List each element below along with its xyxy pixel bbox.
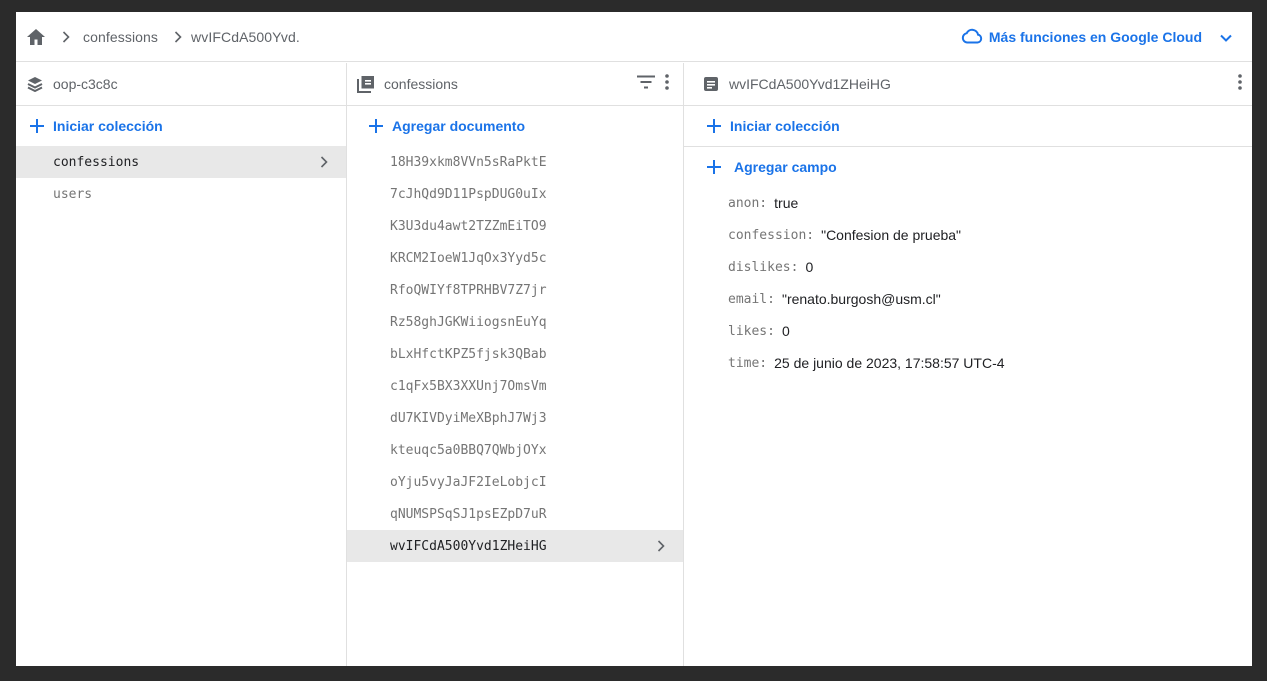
project-header: oop-c3c8c xyxy=(16,63,346,106)
field-name: email: xyxy=(728,291,775,307)
field-row-time[interactable]: time: 25 de junio de 2023, 17:58:57 UTC-… xyxy=(684,347,1252,379)
document-header: wvIFCdA500Yvd1ZHeiHG xyxy=(684,63,1252,106)
chevron-right-icon xyxy=(58,29,74,45)
plus-icon xyxy=(367,117,385,135)
document-id: RfoQWIYf8TPRHBV7Z7jr xyxy=(390,282,547,298)
more-vert-icon[interactable] xyxy=(665,73,669,95)
document-item[interactable]: K3U3du4awt2TZZmEiTO9 xyxy=(347,210,683,242)
chevron-right-icon xyxy=(170,29,186,45)
top-bar: confessions wvIFCdA500Yvd. Más funciones… xyxy=(16,12,1252,62)
document-item[interactable]: 7cJhQd9D11PspDUG0uIx xyxy=(347,178,683,210)
plus-icon xyxy=(705,117,723,135)
document-id: kteuqc5a0BBQ7QWbjOYx xyxy=(390,442,547,458)
field-name: confession: xyxy=(728,227,815,243)
document-id: wvIFCdA500Yvd1ZHeiHG xyxy=(390,538,547,554)
add-field-label: Agregar campo xyxy=(734,159,837,175)
document-item[interactable]: oYju5vyJaJF2IeLobjcI xyxy=(347,466,683,498)
document-item[interactable]: c1qFx5BX3XXUnj7OmsVm xyxy=(347,370,683,402)
document-item-selected[interactable]: wvIFCdA500Yvd1ZHeiHG xyxy=(347,530,683,562)
home-icon[interactable] xyxy=(26,27,46,47)
google-cloud-link[interactable]: Más funciones en Google Cloud xyxy=(961,12,1232,62)
collection-title: confessions xyxy=(384,76,458,92)
firestore-console: confessions wvIFCdA500Yvd. Más funciones… xyxy=(16,12,1252,666)
document-id: bLxHfctKPZ5fjsk3QBab xyxy=(390,346,547,362)
add-document-label: Agregar documento xyxy=(392,118,526,134)
plus-icon xyxy=(705,158,723,176)
start-subcollection-label: Iniciar colección xyxy=(730,118,840,134)
document-id: Rz58ghJGKWiiogsnEuYq xyxy=(390,314,547,330)
filter-icon[interactable] xyxy=(637,75,655,94)
breadcrumb-item-collection[interactable]: confessions xyxy=(83,29,158,45)
document-item[interactable]: KRCM2IoeW1JqOx3Yyd5c xyxy=(347,242,683,274)
cloud-icon xyxy=(961,28,983,47)
collection-item-confessions[interactable]: confessions xyxy=(16,146,346,178)
field-row-confession[interactable]: confession: "Confesion de prueba" xyxy=(684,219,1252,251)
start-collection-button[interactable]: Iniciar colección xyxy=(16,106,346,146)
field-value: true xyxy=(774,195,799,211)
field-value: "Confesion de prueba" xyxy=(821,227,962,243)
start-collection-label: Iniciar colección xyxy=(53,118,163,134)
document-id: KRCM2IoeW1JqOx3Yyd5c xyxy=(390,250,547,266)
add-document-button[interactable]: Agregar documento xyxy=(347,106,683,146)
document-item[interactable]: dU7KIVDyiMeXBphJ7Wj3 xyxy=(347,402,683,434)
document-item[interactable]: kteuqc5a0BBQ7QWbjOYx xyxy=(347,434,683,466)
document-item[interactable]: qNUMSPSqSJ1psEZpD7uR xyxy=(347,498,683,530)
field-name: anon: xyxy=(728,195,768,211)
field-value: "renato.burgosh@usm.cl" xyxy=(781,291,941,307)
document-column: wvIFCdA500Yvd1ZHeiHG Iniciar colección A… xyxy=(684,63,1252,666)
google-cloud-link-label: Más funciones en Google Cloud xyxy=(988,29,1202,45)
collection-icon xyxy=(357,75,375,93)
add-field-button[interactable]: Agregar campo xyxy=(684,147,1252,187)
collection-label: confessions xyxy=(53,154,140,170)
document-item[interactable]: 18H39xkm8VVn5sRaPktE xyxy=(347,146,683,178)
plus-icon xyxy=(28,117,46,135)
document-icon xyxy=(702,75,720,93)
document-id: c1qFx5BX3XXUnj7OmsVm xyxy=(390,378,547,394)
field-row-dislikes[interactable]: dislikes: 0 xyxy=(684,251,1252,283)
collection-column: confessions Agregar documento 18H39xkm8V… xyxy=(347,63,684,666)
collection-item-users[interactable]: users xyxy=(16,178,346,210)
field-row-email[interactable]: email: "renato.burgosh@usm.cl" xyxy=(684,283,1252,315)
document-actions xyxy=(1238,63,1242,105)
field-name: time: xyxy=(728,355,768,371)
field-row-likes[interactable]: likes: 0 xyxy=(684,315,1252,347)
field-value: 25 de junio de 2023, 17:58:57 UTC-4 xyxy=(774,355,1005,371)
document-item[interactable]: Rz58ghJGKWiiogsnEuYq xyxy=(347,306,683,338)
project-title: oop-c3c8c xyxy=(53,76,118,92)
chevron-right-icon xyxy=(653,538,669,554)
more-vert-icon[interactable] xyxy=(1238,73,1242,95)
chevron-down-icon xyxy=(1220,29,1232,45)
project-column: oop-c3c8c Iniciar colección confessions … xyxy=(16,63,347,666)
document-item[interactable]: RfoQWIYf8TPRHBV7Z7jr xyxy=(347,274,683,306)
document-item[interactable]: bLxHfctKPZ5fjsk3QBab xyxy=(347,338,683,370)
document-id: qNUMSPSqSJ1psEZpD7uR xyxy=(390,506,547,522)
document-id: oYju5vyJaJF2IeLobjcI xyxy=(390,474,547,490)
collection-header: confessions xyxy=(347,63,683,106)
collection-actions xyxy=(637,63,669,105)
document-id: dU7KIVDyiMeXBphJ7Wj3 xyxy=(390,410,547,426)
start-subcollection-button[interactable]: Iniciar colección xyxy=(684,106,1252,146)
field-value: 0 xyxy=(781,323,790,339)
breadcrumb-item-document[interactable]: wvIFCdA500Yvd. xyxy=(191,29,300,45)
collection-label: users xyxy=(53,186,93,202)
firestore-icon xyxy=(26,75,44,93)
breadcrumb: confessions wvIFCdA500Yvd. xyxy=(16,12,300,61)
document-title: wvIFCdA500Yvd1ZHeiHG xyxy=(729,76,891,92)
field-value: 0 xyxy=(805,259,814,275)
field-row-anon[interactable]: anon: true xyxy=(684,187,1252,219)
document-id: K3U3du4awt2TZZmEiTO9 xyxy=(390,218,547,234)
chevron-right-icon xyxy=(316,154,332,170)
document-id: 18H39xkm8VVn5sRaPktE xyxy=(390,154,547,170)
field-name: likes: xyxy=(728,323,775,339)
field-name: dislikes: xyxy=(728,259,799,275)
document-id: 7cJhQd9D11PspDUG0uIx xyxy=(390,186,547,202)
